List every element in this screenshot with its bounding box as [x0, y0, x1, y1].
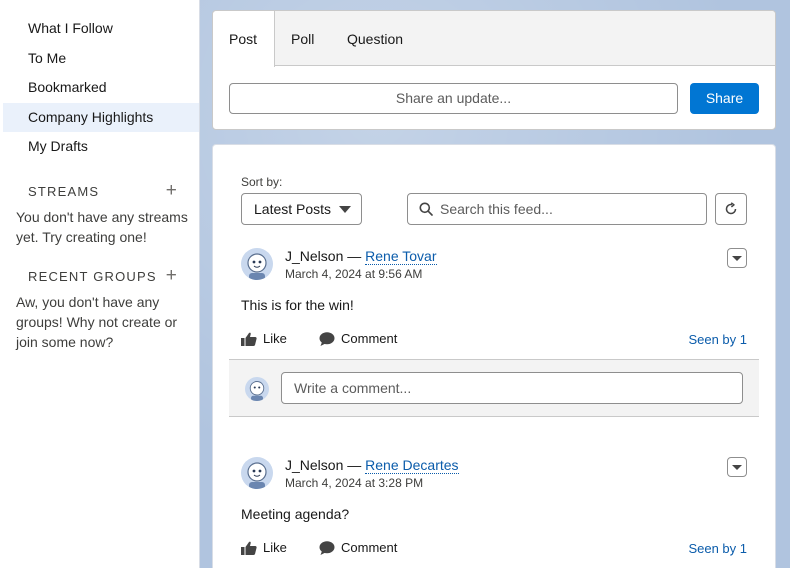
refresh-button[interactable] [715, 193, 747, 225]
post-author-line: J_Nelson — Rene Tovar [285, 248, 437, 265]
post-menu-button[interactable] [727, 457, 747, 477]
astro-avatar-icon [241, 457, 273, 489]
comment-composer: Write a comment... [229, 359, 759, 417]
sidebar-item-to-me[interactable]: To Me [3, 44, 199, 73]
like-button[interactable]: Like [241, 331, 287, 346]
comment-button[interactable]: Comment [319, 331, 397, 346]
search-placeholder: Search this feed... [440, 201, 553, 217]
avatar [245, 377, 269, 401]
chevron-down-icon [732, 465, 742, 470]
author-separator: — [343, 248, 366, 264]
like-label: Like [263, 540, 287, 555]
recent-groups-heading: RECENT GROUPS + [28, 266, 178, 286]
comment-label: Comment [341, 331, 398, 346]
sidebar-item-my-drafts[interactable]: My Drafts [3, 132, 199, 161]
add-group-icon[interactable]: + [166, 266, 178, 286]
feed-card: Sort by: Latest Posts Search this feed..… [212, 144, 776, 568]
post-body: Meeting agenda? [241, 506, 350, 522]
streams-empty-text: You don't have any streams yet. Try crea… [16, 209, 188, 245]
post-author-line: J_Nelson — Rene Decartes [285, 457, 459, 474]
like-label: Like [263, 331, 287, 346]
comment-label: Comment [341, 540, 398, 555]
thumbs-up-icon [241, 541, 257, 555]
avatar [241, 248, 273, 280]
streams-title: STREAMS [28, 184, 100, 199]
comment-icon [319, 540, 335, 555]
post-target-link[interactable]: Rene Decartes [365, 457, 459, 474]
add-stream-icon[interactable]: + [166, 181, 178, 201]
post-author[interactable]: J_Nelson [285, 248, 343, 264]
seen-by-link[interactable]: Seen by 1 [688, 541, 747, 556]
seen-by-link[interactable]: Seen by 1 [688, 332, 747, 347]
post-body: This is for the win! [241, 297, 354, 313]
feed-sidebar: What I Follow To Me Bookmarked Company H… [0, 0, 200, 568]
post-timestamp[interactable]: March 4, 2024 at 9:56 AM [285, 267, 422, 281]
refresh-icon [725, 202, 737, 215]
post-target-link[interactable]: Rene Tovar [365, 248, 437, 265]
publisher-tabs: Post Poll Question [213, 11, 775, 67]
like-button[interactable]: Like [241, 540, 287, 555]
sidebar-item-company-highlights[interactable]: Company Highlights [3, 103, 199, 132]
avatar [241, 457, 273, 489]
streams-heading: STREAMS + [28, 181, 178, 201]
thumbs-up-icon [241, 332, 257, 346]
sort-value: Latest Posts [254, 201, 332, 217]
author-separator: — [343, 457, 366, 473]
recent-groups-title: RECENT GROUPS [28, 269, 157, 284]
tab-post[interactable]: Post [213, 11, 275, 67]
comment-button[interactable]: Comment [319, 540, 397, 555]
search-icon [419, 202, 433, 216]
post-menu-button[interactable] [727, 248, 747, 268]
sidebar-item-bookmarked[interactable]: Bookmarked [3, 73, 199, 102]
share-update-input[interactable]: Share an update... [229, 83, 678, 114]
share-button[interactable]: Share [690, 83, 759, 114]
tab-question[interactable]: Question [331, 11, 419, 66]
comment-input[interactable]: Write a comment... [281, 372, 743, 404]
sort-label: Sort by: [241, 175, 283, 189]
chevron-down-icon [339, 206, 351, 213]
sidebar-item-what-i-follow[interactable]: What I Follow [3, 14, 199, 43]
post-timestamp[interactable]: March 4, 2024 at 3:28 PM [285, 476, 423, 490]
comment-icon [319, 331, 335, 346]
feed-post: J_Nelson — Rene Tovar March 4, 2024 at 9… [213, 241, 775, 421]
chevron-down-icon [732, 256, 742, 261]
tab-poll[interactable]: Poll [275, 11, 330, 66]
publisher-card: Post Poll Question Share an update... Sh… [212, 10, 776, 130]
astro-avatar-icon [245, 377, 269, 401]
post-author[interactable]: J_Nelson [285, 457, 343, 473]
feed-post: J_Nelson — Rene Decartes March 4, 2024 a… [213, 450, 775, 568]
sort-select[interactable]: Latest Posts [241, 193, 362, 225]
feed-search-input[interactable]: Search this feed... [407, 193, 707, 225]
groups-empty-text: Aw, you don't have any groups! Why not c… [16, 294, 178, 350]
astro-avatar-icon [241, 248, 273, 280]
